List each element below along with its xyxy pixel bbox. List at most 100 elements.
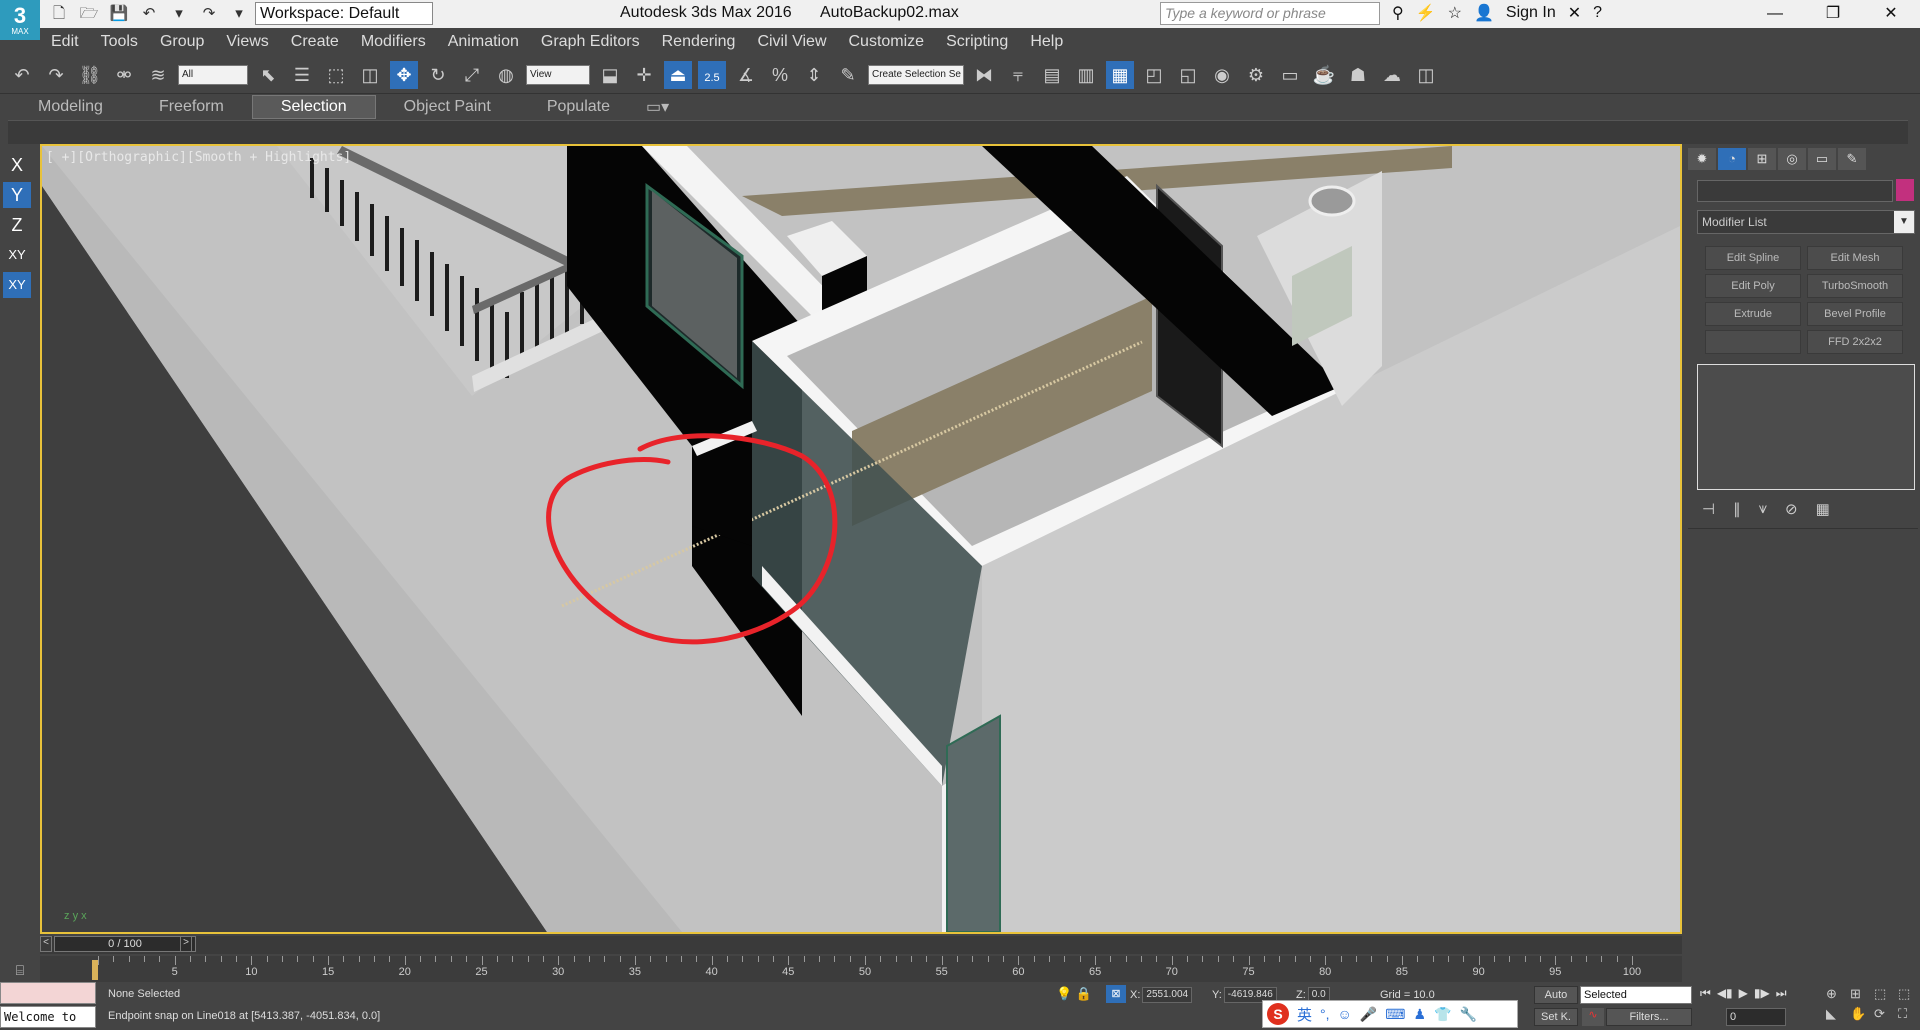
punctuation-icon[interactable]: °, <box>1320 1006 1330 1022</box>
perspective-viewport[interactable]: [ +][Orthographic][Smooth + Highlights] … <box>40 144 1682 934</box>
menu-rendering[interactable]: Rendering <box>651 33 747 51</box>
menu-tools[interactable]: Tools <box>90 33 149 51</box>
sign-in-button[interactable]: Sign In <box>1506 4 1556 22</box>
microphone-icon[interactable]: 🎤 <box>1360 1006 1377 1023</box>
search-input[interactable]: Type a keyword or phrase <box>1160 2 1380 25</box>
zoom-all-icon[interactable]: ⊞ <box>1850 986 1870 1002</box>
axis-xy-snap-button[interactable]: XY <box>3 272 31 298</box>
modify-tab-icon[interactable]: ◔ <box>1718 148 1746 170</box>
menu-animation[interactable]: Animation <box>437 33 530 51</box>
render-iterative-icon[interactable]: ☗ <box>1344 61 1372 89</box>
schematic-view-icon[interactable]: ◱ <box>1174 61 1202 89</box>
window-crossing-icon[interactable]: ◫ <box>356 61 384 89</box>
tab-freeform[interactable]: Freeform <box>131 96 252 118</box>
maxscript-listener-output[interactable] <box>0 982 96 1004</box>
tools-icon[interactable]: 🔧 <box>1459 1006 1476 1023</box>
ime-language[interactable]: 英 <box>1297 1004 1312 1025</box>
menu-create[interactable]: Create <box>280 33 350 51</box>
previous-frame-icon[interactable]: ◀▮ <box>1717 986 1733 1001</box>
select-manipulate-icon[interactable]: ✛ <box>630 61 658 89</box>
named-selection-set-dropdown[interactable]: Create Selection Se <box>868 64 964 85</box>
sogou-logo-icon[interactable]: S <box>1267 1003 1289 1025</box>
prev-frame-arrow-icon[interactable]: < <box>40 936 52 952</box>
rendered-frame-window-icon[interactable]: ▭ <box>1276 61 1304 89</box>
zoom-extents-all-icon[interactable]: ⬚ <box>1898 986 1918 1002</box>
pivot-center-icon[interactable]: ⬓ <box>596 61 624 89</box>
go-to-start-icon[interactable]: ⏮ <box>1700 986 1711 1001</box>
maxscript-mini-listener[interactable]: Welcome to <box>0 1006 96 1028</box>
app-menu-button[interactable]: 3 MAX <box>0 0 40 40</box>
skin-icon[interactable]: 👕 <box>1434 1006 1451 1023</box>
create-tab-icon[interactable]: ✹ <box>1688 148 1716 170</box>
remove-modifier-icon[interactable]: ⊘ <box>1785 500 1798 518</box>
key-filters-button[interactable]: Filters... <box>1606 1008 1692 1026</box>
isolate-selection-icon[interactable]: 💡 🔒 <box>1056 986 1092 1002</box>
extrude-button[interactable]: Extrude <box>1705 302 1801 326</box>
tab-object-paint[interactable]: Object Paint <box>376 96 519 118</box>
bevel-profile-button[interactable]: Bevel Profile <box>1807 302 1903 326</box>
field-of-view-icon[interactable]: ◣ <box>1826 1006 1846 1022</box>
time-slider[interactable]: < 0 / 100 > <box>40 936 1682 954</box>
help-icon[interactable]: ? <box>1593 4 1602 22</box>
play-icon[interactable]: ▶ <box>1739 986 1748 1001</box>
bind-space-warp-icon[interactable]: ≋ <box>144 61 172 89</box>
configure-modifier-sets-icon[interactable]: ▦ <box>1816 500 1830 518</box>
go-to-end-icon[interactable]: ⏭ <box>1776 986 1787 1001</box>
edit-poly-button[interactable]: Edit Poly <box>1705 274 1801 298</box>
object-color-swatch[interactable] <box>1896 179 1914 201</box>
redo-icon[interactable]: ↷ <box>42 61 70 89</box>
display-tab-icon[interactable]: ▭ <box>1808 148 1836 170</box>
zoom-extents-icon[interactable]: ⬚ <box>1874 986 1894 1002</box>
make-unique-icon[interactable]: ⩛ <box>1759 500 1767 518</box>
exchange-icon[interactable]: ✕ <box>1568 3 1581 23</box>
unlink-icon[interactable]: ⚮ <box>110 61 138 89</box>
auto-key-button[interactable]: Auto <box>1534 986 1578 1004</box>
menu-help[interactable]: Help <box>1019 33 1074 51</box>
axis-y-button[interactable]: Y <box>3 182 31 208</box>
user-icon[interactable]: 👤 <box>1474 3 1494 23</box>
curve-editor-icon[interactable]: ◰ <box>1140 61 1168 89</box>
select-object-icon[interactable]: ⬉ <box>254 61 282 89</box>
mirror-icon[interactable]: ⧓ <box>970 61 998 89</box>
next-frame-arrow-icon[interactable]: > <box>180 936 192 952</box>
object-name-field[interactable] <box>1697 180 1893 202</box>
close-icon[interactable]: ✕ <box>1862 0 1920 28</box>
edit-named-selection-icon[interactable]: ✎ <box>834 61 862 89</box>
menu-group[interactable]: Group <box>149 33 215 51</box>
menu-graph-editors[interactable]: Graph Editors <box>530 33 651 51</box>
menu-civil-view[interactable]: Civil View <box>746 33 837 51</box>
zoom-icon[interactable]: ⊕ <box>1826 986 1846 1002</box>
snaps-toggle-icon[interactable]: 2.5 <box>698 60 726 89</box>
axis-z-button[interactable]: Z <box>3 212 31 238</box>
material-editor-icon[interactable]: ◉ <box>1208 61 1236 89</box>
user-icon[interactable]: ♟ <box>1413 1006 1426 1023</box>
orbit-icon[interactable]: ⟳ <box>1874 1006 1894 1022</box>
time-slider-thumb[interactable]: 0 / 100 <box>54 936 196 952</box>
turbosmooth-button[interactable]: TurboSmooth <box>1807 274 1903 298</box>
render-in-cloud-icon[interactable]: ☁ <box>1378 61 1406 89</box>
binoculars-icon[interactable]: ⚲ <box>1392 3 1404 23</box>
favorites-star-icon[interactable]: ☆ <box>1448 3 1462 23</box>
undo-icon[interactable]: ↶ <box>8 61 36 89</box>
select-by-name-icon[interactable]: ☰ <box>288 61 316 89</box>
redo-icon[interactable]: ↷ <box>198 3 220 25</box>
selection-region-icon[interactable]: ⬚ <box>322 61 350 89</box>
render-production-icon[interactable]: ☕ <box>1310 61 1338 89</box>
ffd-button[interactable]: FFD 2x2x2 <box>1807 330 1903 354</box>
selection-filter-dropdown[interactable]: All <box>178 64 248 85</box>
motion-tab-icon[interactable]: ◎ <box>1778 148 1806 170</box>
viewport-label[interactable]: [ +][Orthographic][Smooth + Highlights] <box>46 150 351 165</box>
move-icon[interactable]: ✥ <box>390 60 418 89</box>
render-setup-icon[interactable]: ⚙ <box>1242 61 1270 89</box>
menu-customize[interactable]: Customize <box>838 33 936 51</box>
restore-icon[interactable]: ❐ <box>1804 0 1862 28</box>
current-frame-field[interactable]: 0 <box>1726 1008 1786 1026</box>
menu-modifiers[interactable]: Modifiers <box>350 33 437 51</box>
workspace-dropdown[interactable]: Workspace: Default <box>255 2 433 25</box>
keyboard-shortcut-override-icon[interactable]: ⏏ <box>664 60 692 89</box>
menu-edit[interactable]: Edit <box>40 33 90 51</box>
communication-center-icon[interactable]: ⚡ <box>1416 3 1436 23</box>
axis-xy-button[interactable]: XY <box>3 242 31 268</box>
tab-selection[interactable]: Selection <box>251 95 376 119</box>
coord-x-field[interactable]: 2551.004 <box>1142 987 1193 1003</box>
